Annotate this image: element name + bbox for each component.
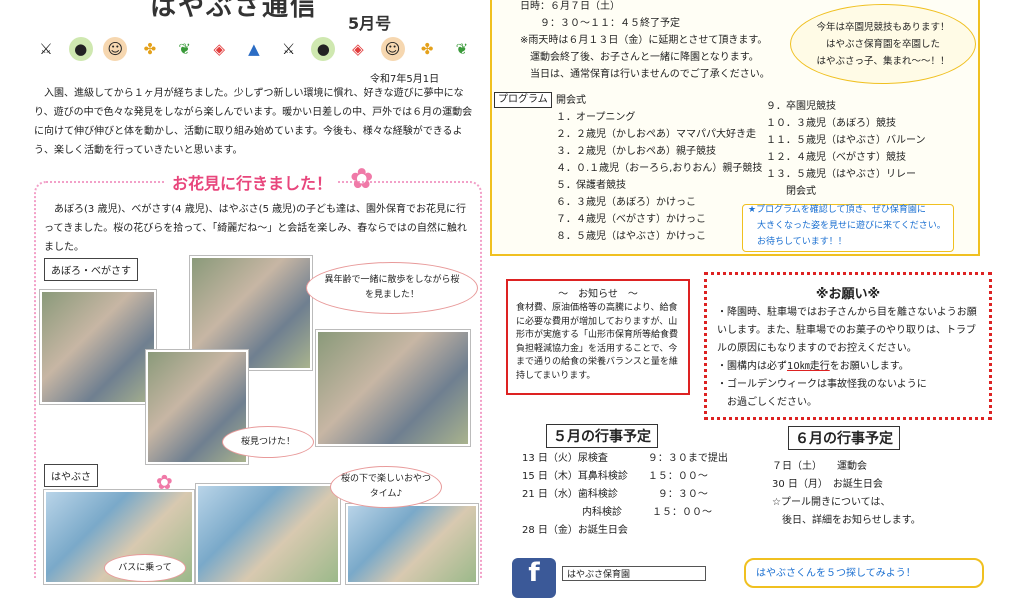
bottom-note: はやぶさくんを５つ探してみよう！ xyxy=(744,558,984,588)
program-item: ９．卒園児競技 xyxy=(766,101,836,112)
issue-date: 令和7年5月1日 xyxy=(370,74,440,85)
request-text: をお願いします。 xyxy=(829,361,909,372)
june-schedule-title: ６月の行事予定 xyxy=(788,426,900,450)
newsletter-title: はやぶさ通信 xyxy=(150,0,319,22)
leaf-icon: ❦ xyxy=(178,40,191,58)
class-label-apollo-pegasus: あぼろ・べがさす xyxy=(44,258,138,281)
pinwheel-icon: ✤ xyxy=(143,40,157,58)
request-text: ・園構内は必ず xyxy=(717,361,787,372)
schedule-item: 内科検診 １５：００～ xyxy=(522,507,712,518)
program-list-left: 開会式 １．オープニング ２．２歳児（かしおぺあ）ママパパ大好き走 ３．２歳児（… xyxy=(556,92,762,245)
child-face-icon: ☺ xyxy=(103,37,128,61)
program-item: １０．３歳児（あぼろ）競技 xyxy=(766,118,896,129)
program-item: １１．５歳児（はやぶさ）バルーン xyxy=(766,135,926,146)
notice-box: ～ お知らせ ～ 食材費、原油価格等の高騰により、給食に必要な費用が増加しており… xyxy=(506,279,690,395)
facebook-page-name[interactable]: はやぶさ保育園 xyxy=(562,566,706,581)
request-box: ※お願い※ ・降園時、駐車場ではお子さんから目を離さないようお願いします。また、… xyxy=(704,272,992,420)
program-label: プログラム xyxy=(494,92,552,108)
event-time: ９：３０～１１：４５終了予定 xyxy=(520,18,680,29)
note-line: 大きくなった姿を見せに遊びに来てください。 xyxy=(748,221,946,231)
program-item: １２．４歳児（べがさす）競技 xyxy=(766,152,906,163)
facebook-icon[interactable]: f xyxy=(512,558,556,598)
speed-limit: 10㎞走行 xyxy=(787,361,830,372)
schedule-item: 28 日（金）お誕生日会 xyxy=(522,525,628,536)
kabuto-icon: ⚔ xyxy=(281,40,296,58)
program-note: ★プログラムを確認して頂き、ぜひ保育園に 大きくなった姿を見せに遊びに来てくださ… xyxy=(748,202,946,250)
koinobori-icon: ◈ xyxy=(213,40,226,58)
cloud-message: 今年は卒園児競技もあります！ はやぶさ保育園を卒園した はやぶさっ子、集まれ～～… xyxy=(790,4,976,84)
program-item: ５．保護者競技 xyxy=(556,180,626,191)
notice-title: ～ お知らせ ～ xyxy=(558,289,638,300)
issue-label: 5月号 xyxy=(348,14,392,33)
hanami-text: あぼろ(3 歳児)、べがさす(4 歳児)、はやぶさ(5 歳児)の子ども達は、園外… xyxy=(44,204,467,253)
sakura-icon: ✿ xyxy=(350,162,374,195)
may-schedule-list: 13 日（火）尿検査 ９：３０まで提出 15 日（木）耳鼻科検診 １５：００～ … xyxy=(522,450,728,540)
hanami-title: お花見に行きました！ xyxy=(166,170,339,194)
schedule-item: ☆プール開きについては、 xyxy=(772,497,891,508)
program-list-right: ９．卒園児競技 １０．３歳児（あぼろ）競技 １１．５歳児（はやぶさ）バルーン １… xyxy=(766,98,926,200)
request-item: ・園構内は必ず10㎞走行をお願いします。 xyxy=(717,358,979,376)
photo-picnic-1 xyxy=(196,484,340,584)
sports-day-info: 日時：６月７日（土） ９：３０～１１：４５終了予定 ※雨天時は６月１３日（金）に… xyxy=(520,0,770,83)
pinwheel-icon: ✤ xyxy=(420,40,434,58)
child-face-icon: ☺ xyxy=(380,37,405,61)
kashiwamochi-icon: ● xyxy=(311,37,336,61)
schedule-item: 15 日（木）耳鼻科検診 １５：００～ xyxy=(522,471,708,482)
photo-picnic-2 xyxy=(346,504,478,584)
cloud-line: はやぶさっ子、集まれ～～！！ xyxy=(816,55,950,67)
event-after: 運動会終了後、お子さんと一緒に降園となります。 xyxy=(520,52,759,63)
bubble-bus: バスに乗って xyxy=(104,554,186,582)
request-item: ・ゴールデンウィークは事故怪我のないように xyxy=(717,379,927,390)
program-item: ６．３歳児（あぼろ）かけっこ xyxy=(556,197,696,208)
intro-text: 入園、進級してから１ヶ月が経ちました。少しずつ新しい環境に慣れ、好きな遊びに夢中… xyxy=(34,88,473,156)
request-item: お過ごしください。 xyxy=(717,397,817,408)
program-item: １．オープニング xyxy=(556,112,636,123)
schedule-item: 後日、詳細をお知らせします。 xyxy=(772,515,921,526)
event-note: 当日は、通常保育は行いませんのでご了承ください。 xyxy=(520,69,770,80)
cloud-line: はやぶさ保育園を卒園した xyxy=(825,38,940,50)
program-item: 閉会式 xyxy=(766,186,816,197)
program-item: ７．４歳児（べがさす）かけっこ xyxy=(556,214,706,225)
program-item: １３．５歳児（はやぶさ）リレー xyxy=(766,169,916,180)
program-item: 開会式 xyxy=(556,95,586,106)
schedule-item: 13 日（火）尿検査 ９：３０まで提出 xyxy=(522,453,728,464)
request-item: ・降園時、駐車場ではお子さんから目を離さないようお願いします。また、駐車場でのお… xyxy=(717,307,977,354)
photo-walk-1 xyxy=(40,290,156,404)
leaf-icon: ❦ xyxy=(455,40,469,58)
event-date: 日時：６月７日（土） xyxy=(520,1,620,12)
bubble-walk: 異年齢で一緒に散歩をしながら桜を見ました！ xyxy=(306,262,478,314)
program-item: ８．５歳児（はやぶさ）かけっこ xyxy=(556,231,706,242)
kabuto-paper-icon: ▲ xyxy=(248,40,260,58)
decoration-row: ⚔ ● ☺ ✤ ❦ ◈ ▲ ⚔ ● ◈ ☺ ✤ ❦ xyxy=(34,34,474,64)
event-rain: ※雨天時は６月１３日（金）に延期とさせて頂きます。 xyxy=(520,35,768,46)
may-schedule-title: ５月の行事予定 xyxy=(546,424,658,448)
kashiwamochi-icon: ● xyxy=(68,37,93,61)
schedule-item: ７日（土） 運動会 xyxy=(772,461,867,472)
program-item: ２．２歳児（かしおぺあ）ママパパ大好き走 xyxy=(556,129,756,140)
bubble-snack: 桜の下で楽しいおやつタイム♪ xyxy=(330,466,442,508)
note-line: ★プログラムを確認して頂き、ぜひ保育園に xyxy=(748,205,926,215)
schedule-item: 30 日（月） お誕生日会 xyxy=(772,479,883,490)
request-title: ※お願い※ xyxy=(815,287,881,302)
koinobori-icon: ◈ xyxy=(352,40,364,58)
bubble-found: 桜見つけた！ xyxy=(222,426,314,458)
june-schedule-list: ７日（土） 運動会 30 日（月） お誕生日会 ☆プール開きについては、 後日、… xyxy=(772,458,921,530)
kabuto-icon: ⚔ xyxy=(39,40,53,58)
request-body: ・降園時、駐車場ではお子さんから目を離さないようお願いします。また、駐車場でのお… xyxy=(707,302,989,414)
notice-body: 食材費、原油価格等の高騰により、給食に必要な費用が増加しておりますが、山形市が実… xyxy=(516,303,679,381)
cloud-line: 今年は卒園児競技もあります！ xyxy=(816,21,950,33)
program-item: ４．０.１歳児（おーろら,おりおん）親子競技 xyxy=(556,163,763,174)
note-line: お待ちしています！！ xyxy=(748,237,847,247)
photo-walk-4 xyxy=(316,330,470,446)
program-item: ３．２歳児（かしおぺあ）親子競技 xyxy=(556,146,716,157)
schedule-item: 21 日（水）歯科検診 ９：３０～ xyxy=(522,489,708,500)
class-label-hayabusa: はやぶさ xyxy=(44,464,98,487)
